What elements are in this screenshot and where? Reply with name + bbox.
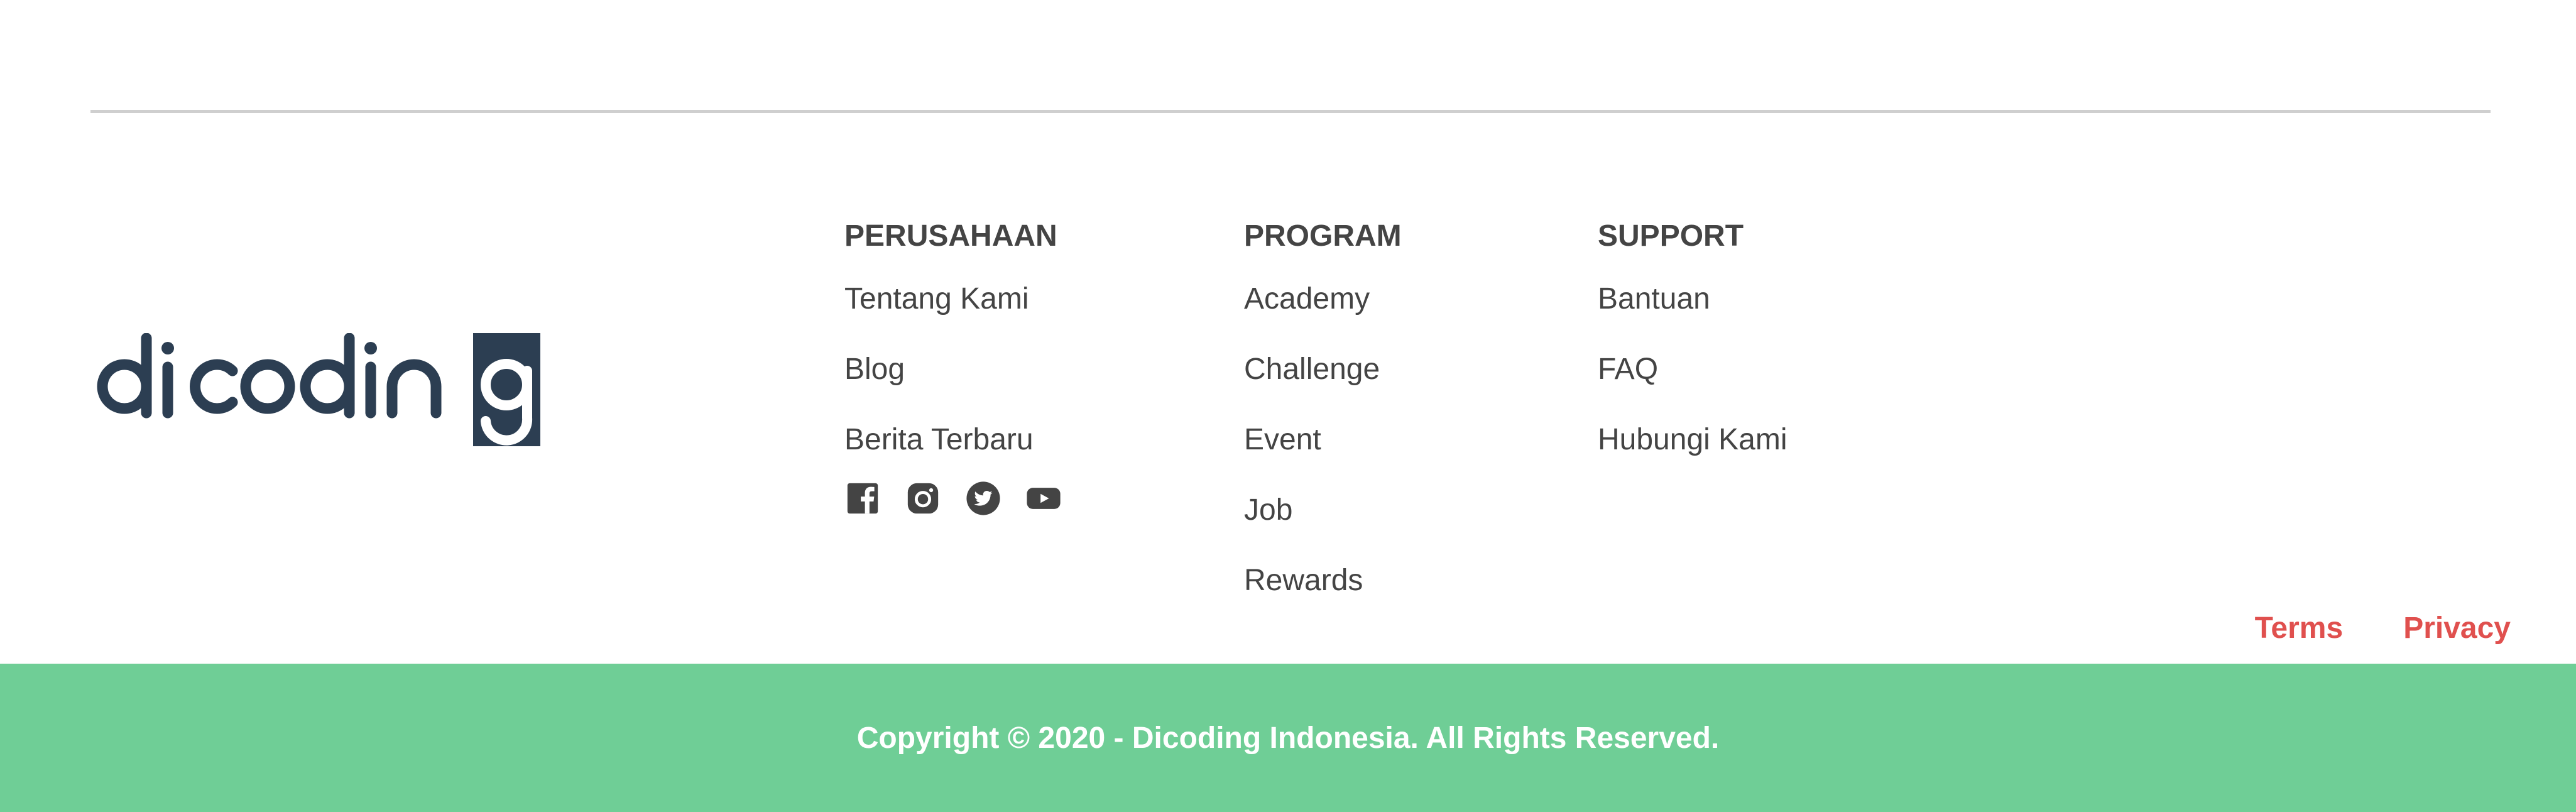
twitter-icon[interactable]: [965, 480, 1001, 517]
link-tentang-kami[interactable]: Tentang Kami: [844, 279, 1057, 349]
legal-links: Terms Privacy: [2255, 608, 2511, 649]
support-heading: SUPPORT: [1598, 219, 1744, 253]
company-heading: PERUSAHAAN: [844, 219, 1057, 253]
dicoding-logo[interactable]: [94, 332, 540, 446]
facebook-icon[interactable]: [844, 480, 881, 517]
link-hubungi-kami[interactable]: Hubungi Kami: [1598, 420, 1787, 490]
link-blog[interactable]: Blog: [844, 349, 1057, 420]
dicoding-logo-mark: [97, 332, 540, 446]
copyright-bar: Copyright © 2020 - Dicoding Indonesia. A…: [0, 664, 2576, 812]
copyright-text: Copyright © 2020 - Dicoding Indonesia. A…: [856, 721, 1720, 755]
footer-divider: [90, 110, 2491, 113]
link-job[interactable]: Job: [1244, 490, 1402, 561]
link-academy[interactable]: Academy: [1244, 279, 1402, 349]
link-event[interactable]: Event: [1244, 420, 1402, 490]
social-links: [844, 480, 1062, 517]
link-bantuan[interactable]: Bantuan: [1598, 279, 1787, 349]
link-challenge[interactable]: Challenge: [1244, 349, 1402, 420]
link-faq[interactable]: FAQ: [1598, 349, 1787, 420]
instagram-icon[interactable]: [905, 480, 941, 517]
footer-column-program: PROGRAM Academy Challenge Event Job Rewa…: [1244, 216, 1402, 631]
program-heading: PROGRAM: [1244, 219, 1402, 253]
youtube-icon[interactable]: [1025, 480, 1062, 517]
footer-column-support: SUPPORT Bantuan FAQ Hubungi Kami: [1598, 216, 1787, 490]
link-rewards[interactable]: Rewards: [1244, 561, 1402, 631]
privacy-link[interactable]: Privacy: [2403, 608, 2511, 649]
terms-link[interactable]: Terms: [2255, 608, 2344, 649]
footer-column-company: PERUSAHAAN Tentang Kami Blog Berita Terb…: [844, 216, 1057, 490]
